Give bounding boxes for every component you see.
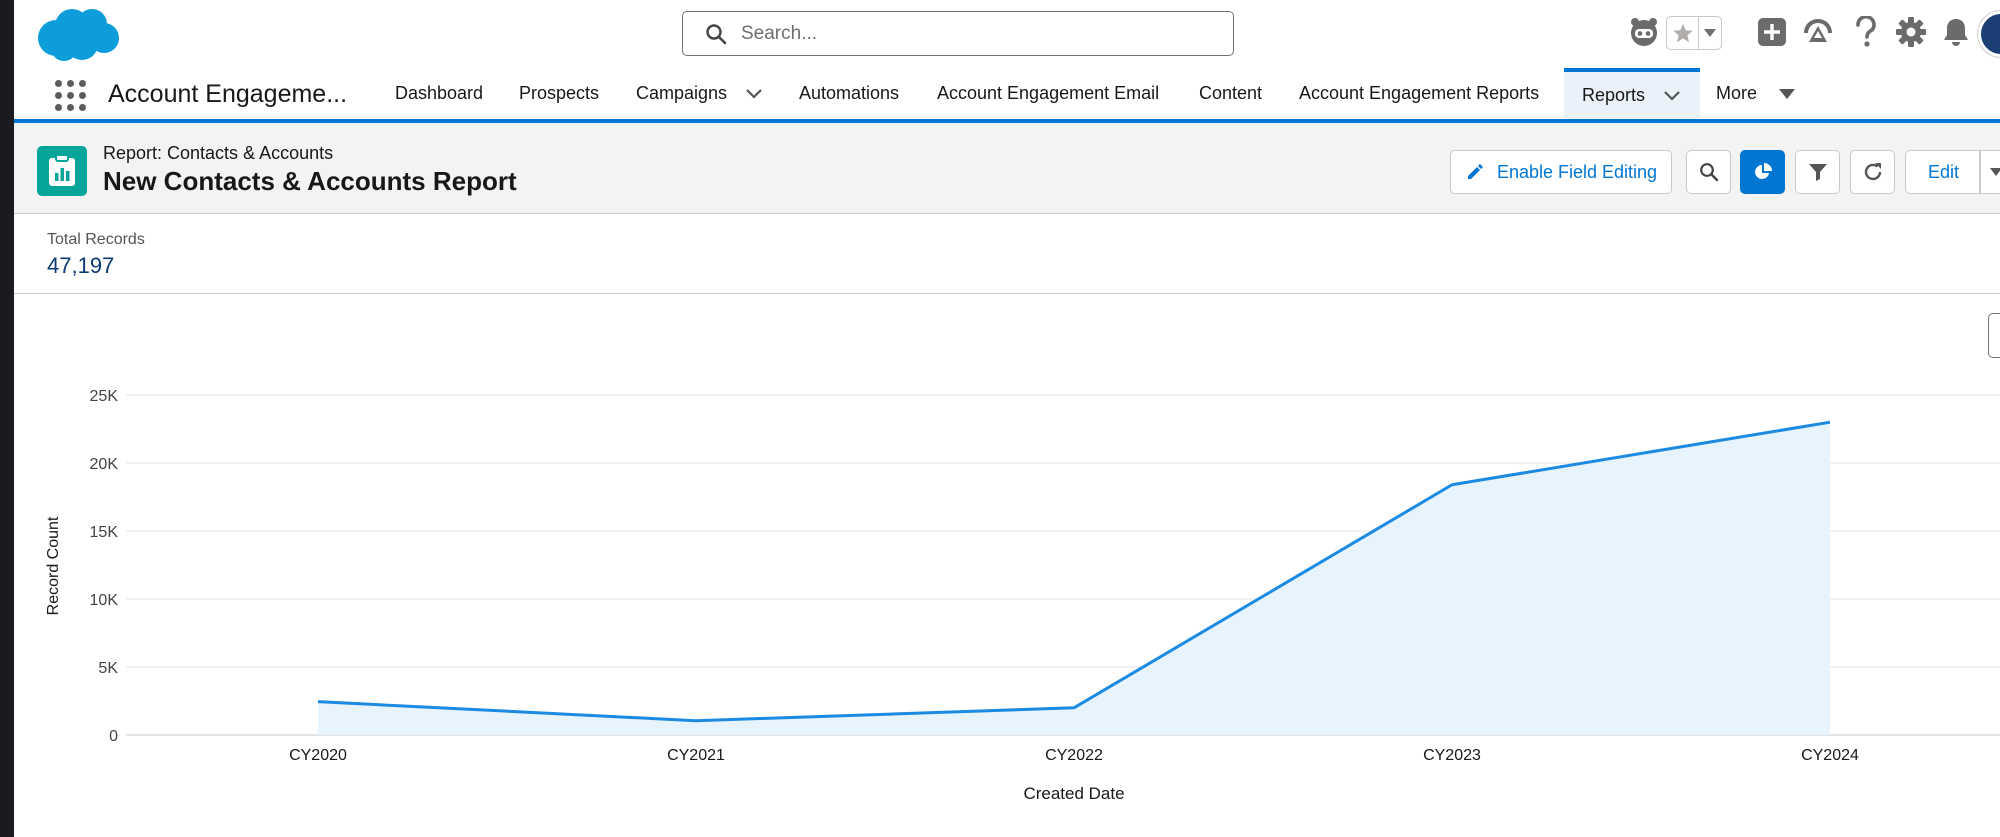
y-tick-label: 20K — [90, 456, 119, 473]
chevron-down-icon[interactable] — [745, 88, 763, 100]
app-launcher-waffle-icon[interactable] — [52, 77, 86, 111]
user-avatar[interactable] — [1978, 11, 2000, 57]
caret-down-icon — [1779, 88, 1796, 99]
data-point-cy2023[interactable] — [1446, 479, 1458, 491]
search-placeholder: Search... — [741, 22, 818, 44]
y-tick-label: 10K — [90, 592, 119, 609]
refresh-button[interactable] — [1850, 150, 1895, 194]
nav-item-campaigns[interactable]: Campaigns — [636, 68, 763, 119]
nav-item-dashboard[interactable]: Dashboard — [395, 68, 483, 119]
nav-item-prospects[interactable]: Prospects — [519, 68, 599, 119]
area-fill — [318, 422, 1830, 735]
nav-item-content[interactable]: Content — [1199, 68, 1262, 119]
record-count-area-chart: 0 5K 10K 15K 20K 25K CY2020 CY2021 CY2022 CY2023… — [45, 388, 2000, 803]
refresh-icon — [1864, 163, 1881, 181]
chevron-down-icon[interactable] — [1663, 90, 1681, 102]
total-records-value: 47,197 — [47, 253, 115, 278]
data-point-cy2022[interactable] — [1068, 702, 1080, 714]
data-point-cy2020[interactable] — [312, 696, 324, 708]
enable-field-editing-button[interactable]: Enable Field Editing — [1450, 150, 1672, 194]
app-name: Account Engageme... — [108, 80, 348, 108]
trailhead-guidance-icon[interactable] — [1800, 14, 1836, 50]
y-tick-label: 0 — [109, 728, 118, 745]
button-divider — [1979, 151, 1981, 193]
x-tick-label: CY2024 — [1801, 747, 1859, 764]
search-icon — [706, 23, 727, 44]
favorites-menu-caret-icon[interactable] — [1699, 17, 1721, 49]
notifications-bell-icon[interactable] — [1938, 14, 1974, 50]
search-report-button[interactable] — [1686, 150, 1731, 194]
y-axis-ticks: 0 5K 10K 15K 20K 25K — [90, 388, 119, 745]
app-window: Search... Account Engageme... Dashboard … — [14, 0, 2000, 837]
x-tick-label: CY2021 — [667, 747, 725, 764]
total-records-label: Total Records — [47, 231, 145, 248]
toggle-chart-button[interactable] — [1740, 150, 1785, 194]
y-tick-label: 15K — [90, 524, 119, 541]
report-summary: Total Records 47,197 — [14, 214, 2000, 294]
nav-item-account-engagement-reports[interactable]: Account Engagement Reports — [1299, 68, 1539, 119]
data-point-cy2021[interactable] — [690, 715, 702, 727]
global-search-input[interactable]: Search... — [682, 11, 1234, 56]
global-create-icon[interactable] — [1754, 14, 1790, 50]
help-icon[interactable] — [1848, 14, 1884, 50]
x-axis-label: Created Date — [1023, 784, 1124, 803]
nav-item-more[interactable]: More — [1716, 68, 1796, 119]
app-navigation-bar: Account Engageme... Dashboard Prospects … — [14, 68, 2000, 123]
data-point-cy2024[interactable] — [1824, 416, 1836, 428]
favorite-star-icon[interactable] — [1667, 17, 1699, 49]
filter-icon — [1808, 164, 1827, 181]
nav-item-automations[interactable]: Automations — [799, 68, 899, 119]
y-tick-label: 25K — [90, 388, 119, 405]
einstein-assistant-icon[interactable] — [1626, 14, 1662, 50]
nav-item-account-engagement-email[interactable]: Account Engagement Email — [937, 68, 1159, 119]
favorites-button-group — [1666, 16, 1722, 50]
report-header: Report: Contacts & Accounts New Contacts… — [14, 123, 2000, 214]
caret-down-icon[interactable] — [1990, 167, 2000, 177]
x-tick-label: CY2022 — [1045, 747, 1103, 764]
global-header: Search... — [14, 0, 2000, 68]
edit-button[interactable]: Edit — [1905, 150, 2000, 194]
x-tick-label: CY2023 — [1423, 747, 1481, 764]
report-icon — [37, 146, 87, 196]
report-type-label: Report: Contacts & Accounts — [103, 143, 334, 163]
x-tick-label: CY2020 — [289, 747, 347, 764]
filter-button[interactable] — [1795, 150, 1840, 194]
salesforce-cloud-logo[interactable] — [34, 4, 120, 64]
y-tick-label: 5K — [98, 660, 118, 677]
pie-chart-icon — [1754, 163, 1772, 179]
setup-gear-icon[interactable] — [1893, 14, 1929, 50]
x-axis-ticks: CY2020 CY2021 CY2022 CY2023 CY2024 — [289, 747, 1859, 764]
search-icon — [1699, 163, 1718, 182]
report-title: New Contacts & Accounts Report — [103, 166, 517, 196]
pencil-icon — [1467, 164, 1483, 179]
y-axis-label: Record Count — [45, 516, 62, 615]
nav-item-reports[interactable]: Reports — [1564, 68, 1700, 119]
